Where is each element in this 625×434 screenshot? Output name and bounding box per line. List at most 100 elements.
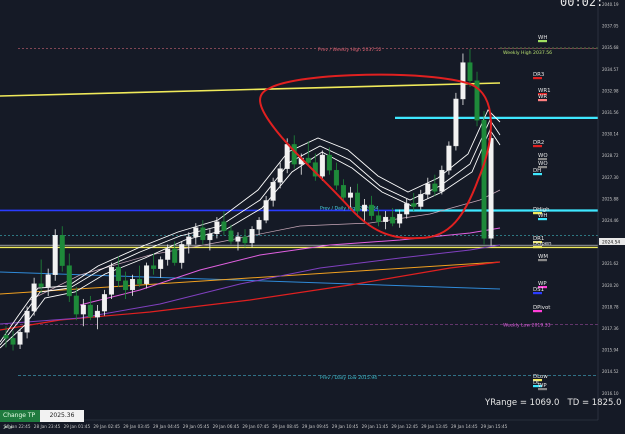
candle-body [425, 183, 431, 195]
candle-body [186, 236, 192, 245]
candle-body [319, 154, 325, 177]
candle-body [123, 280, 129, 291]
candle-body [179, 244, 185, 263]
price-tick-label: 2032.98 [602, 88, 619, 93]
candle-body [488, 138, 494, 239]
level-tag-marker [538, 218, 547, 221]
time-tick-label: 29 Jan 06:45 [213, 424, 240, 429]
level-tag-marker [533, 77, 542, 80]
candle-body [291, 144, 297, 165]
price-tick-label: 2020.20 [602, 283, 619, 288]
price-axis-bg [598, 0, 625, 432]
candle-body [3, 335, 9, 339]
time-tick-label: 29 Jan 10:45 [332, 424, 359, 429]
price-tick-label: 2015.94 [602, 348, 619, 353]
time-tick-label: 29 Jan 08:45 [272, 424, 299, 429]
price-tick-label: 2035.68 [602, 45, 619, 50]
level-tag-marker [533, 173, 542, 176]
price-tick-label: 2040.19 [602, 2, 619, 7]
candle-body [87, 304, 93, 318]
bar-timer: 00:02: [560, 0, 604, 9]
level-tag-marker [533, 310, 542, 313]
candle-body [165, 248, 171, 260]
price-tick-label: 2025.88 [602, 196, 619, 201]
level-label: Weekly High 2037.56 [503, 50, 552, 56]
candle-body [355, 192, 361, 212]
candle-body [249, 229, 255, 244]
candle-body [404, 203, 410, 215]
candle-body [101, 294, 107, 312]
price-tick-label: 2034.57 [602, 67, 619, 72]
candle-body [228, 230, 234, 242]
candle-body [10, 338, 16, 345]
price-tick-label: 2027.30 [602, 175, 619, 180]
candle-body [347, 192, 353, 198]
candle-body [24, 310, 30, 333]
candle-body [59, 235, 65, 266]
candle-body [333, 169, 339, 186]
candle-body [137, 279, 143, 284]
candle-body [383, 216, 389, 222]
level-tag-marker [533, 292, 542, 295]
candle-body [376, 215, 382, 222]
candle-body [432, 183, 438, 192]
td-label: TD = 1825.0 [567, 398, 622, 408]
price-tick-label: 2016.10 [602, 391, 619, 396]
level-tag-marker [538, 388, 547, 391]
price-tick-label: 2031.56 [602, 110, 619, 115]
candle-body [52, 235, 58, 275]
candle-body [242, 236, 248, 244]
candle-body [94, 310, 100, 318]
yrange-label: YRange = 1069.0 [485, 398, 560, 408]
levels-layer: Prev / Weekly High 2037.52 Weekly High 20… [0, 47, 598, 381]
candle-body [277, 168, 283, 183]
time-tick-label: 29 Jan 15:45 [481, 424, 508, 429]
time-tick-label: 29 Jan 02:45 [93, 424, 120, 429]
level-label: Prev / Weekly High 2037.52 [318, 47, 382, 53]
candle-body [326, 154, 332, 171]
level-tag-marker [533, 246, 542, 249]
candle-body [256, 219, 262, 230]
time-tick-label: 29 Jan 13:45 [421, 424, 448, 429]
time-tick-label: 29 Jan 01:45 [64, 424, 91, 429]
time-tick-label: 28 Jan 23:45 [34, 424, 61, 429]
candle-body [390, 216, 396, 224]
candle-body [235, 236, 241, 242]
price-tick-label: 2018.78 [602, 304, 619, 309]
candle-body [481, 119, 487, 239]
yellow-trendline [0, 82, 501, 97]
candle-body [207, 233, 213, 241]
candle-body [66, 265, 72, 297]
time-tick-label: 29 Jan 04:45 [153, 424, 180, 429]
time-tick-label: 29 Jan 11:45 [362, 424, 389, 429]
price-axis: 2040.19 2037.05 2035.68 2034.57 2032.98 2031.… [597, 0, 625, 432]
candle-body [270, 182, 276, 201]
price-tick-label: 2030.14 [602, 132, 619, 137]
level-label: Weekly Low 2019.33 [503, 323, 551, 329]
candle-body [453, 98, 459, 147]
candle-body [73, 295, 79, 315]
candle-body [144, 265, 150, 284]
candle-body [108, 266, 114, 295]
candle-body [418, 194, 424, 207]
tp-value-field[interactable]: 2025.36 [40, 410, 84, 422]
candle-body [439, 169, 445, 192]
price-tick-label: 2014.52 [602, 369, 619, 374]
level-tag-marker [538, 259, 547, 262]
price-chart[interactable]: Prev / Weekly High 2037.52 Weekly High 20… [0, 0, 625, 432]
price-tick-label: 2037.05 [602, 24, 619, 29]
time-tick-label: 29 Jan 03:45 [123, 424, 150, 429]
level-tag-marker [538, 99, 547, 102]
candle-body [284, 144, 290, 169]
candle-body [340, 185, 346, 198]
candle-body [38, 283, 44, 288]
candle-body [31, 283, 37, 312]
candle-body [411, 203, 417, 207]
candle-body [45, 274, 51, 288]
tp-panel: Change TP >> 2025.36 [0, 410, 84, 431]
candle-body [214, 221, 220, 235]
price-tick-label: 2017.36 [602, 326, 619, 331]
candle-body [193, 227, 199, 238]
change-tp-button[interactable]: Change TP >> [0, 410, 40, 431]
orange-trendline [0, 261, 501, 295]
